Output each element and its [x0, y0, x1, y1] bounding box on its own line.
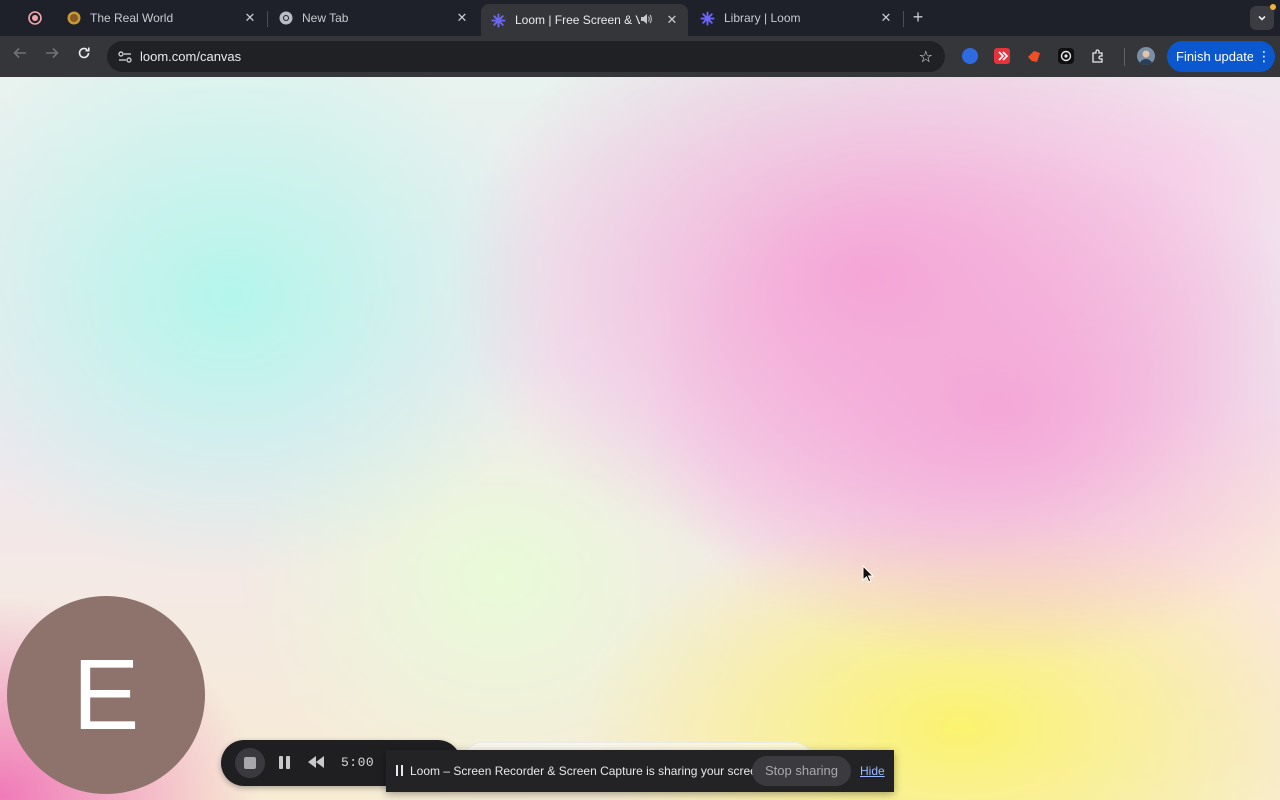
toolbar-separator [1124, 48, 1125, 66]
hide-banner-link[interactable]: Hide [860, 764, 885, 778]
loom-icon [700, 10, 715, 26]
back-arrow-icon[interactable] [10, 46, 30, 66]
address-bar[interactable]: loom.com/canvas ☆ [107, 41, 945, 72]
gold-coin-icon [66, 11, 81, 26]
bookmark-star-icon[interactable]: ☆ [919, 47, 933, 67]
tab-separator [903, 11, 904, 27]
recording-indicator-icon [28, 11, 42, 25]
new-tab-button[interactable]: + [908, 7, 928, 27]
tab-close-icon[interactable]: ✕ [878, 10, 894, 26]
tab-title: Library | Loom [724, 11, 801, 25]
url-text[interactable]: loom.com/canvas [140, 49, 241, 64]
chatgpt-extension-icon[interactable] [1058, 48, 1074, 64]
stop-sharing-button[interactable]: Stop sharing [752, 756, 851, 786]
tab-close-icon[interactable]: ✕ [454, 10, 470, 26]
pause-icon [286, 756, 290, 769]
more-options-icon[interactable]: ⋮ [1253, 41, 1275, 72]
screen-sharing-banner: Loom – Screen Recorder & Screen Capture … [386, 750, 894, 792]
tab-the-real-world[interactable]: The Real World ✕ [56, 4, 266, 32]
tab-title: New Tab [302, 11, 349, 25]
forward-arrow-icon[interactable] [42, 46, 62, 66]
speaker-icon[interactable] [640, 13, 656, 28]
update-available-indicator [1270, 4, 1276, 10]
tab-title: The Real World [90, 11, 174, 25]
extensions-puzzle-icon[interactable] [1090, 48, 1106, 64]
extension-blue-icon[interactable] [962, 48, 978, 64]
browser-toolbar: loom.com/canvas ☆ Finish update ⋮ [0, 36, 1280, 77]
sharing-pause-icon [396, 765, 404, 777]
loom-icon [491, 12, 506, 28]
recording-timer: 5:00 [341, 755, 375, 770]
tab-close-icon[interactable]: ✕ [664, 12, 680, 28]
tab-close-icon[interactable]: ✕ [242, 10, 258, 26]
extension-orange-icon[interactable] [1026, 48, 1042, 64]
tab-strip: The Real World ✕ New Tab ✕ Loom | Free S… [0, 0, 1280, 36]
finish-update-button[interactable]: Finish update [1167, 41, 1254, 72]
tab-search-chevron-icon[interactable] [1250, 6, 1274, 30]
tab-library-loom[interactable]: Library | Loom ✕ [690, 4, 902, 32]
camera-bubble-avatar[interactable]: E [7, 596, 205, 794]
pause-recording-button[interactable] [277, 755, 293, 771]
pause-icon [279, 756, 283, 769]
profile-avatar[interactable] [1137, 47, 1155, 65]
chrome-icon [278, 11, 293, 26]
tab-new-tab[interactable]: New Tab ✕ [268, 4, 478, 32]
stop-icon [244, 757, 256, 769]
reload-icon[interactable] [74, 46, 94, 66]
stop-recording-button[interactable] [235, 748, 265, 778]
restart-recording-button[interactable] [307, 755, 327, 771]
site-settings-icon[interactable] [117, 49, 133, 65]
sharing-status-text: Loom – Screen Recorder & Screen Capture … [410, 764, 767, 778]
tab-loom-canvas[interactable]: Loom | Free Screen & Vide ✕ [481, 4, 688, 36]
tab-title: Loom | Free Screen & Vide [515, 13, 640, 27]
extension-red-icon[interactable] [994, 48, 1010, 64]
mouse-pointer-icon [862, 565, 874, 583]
